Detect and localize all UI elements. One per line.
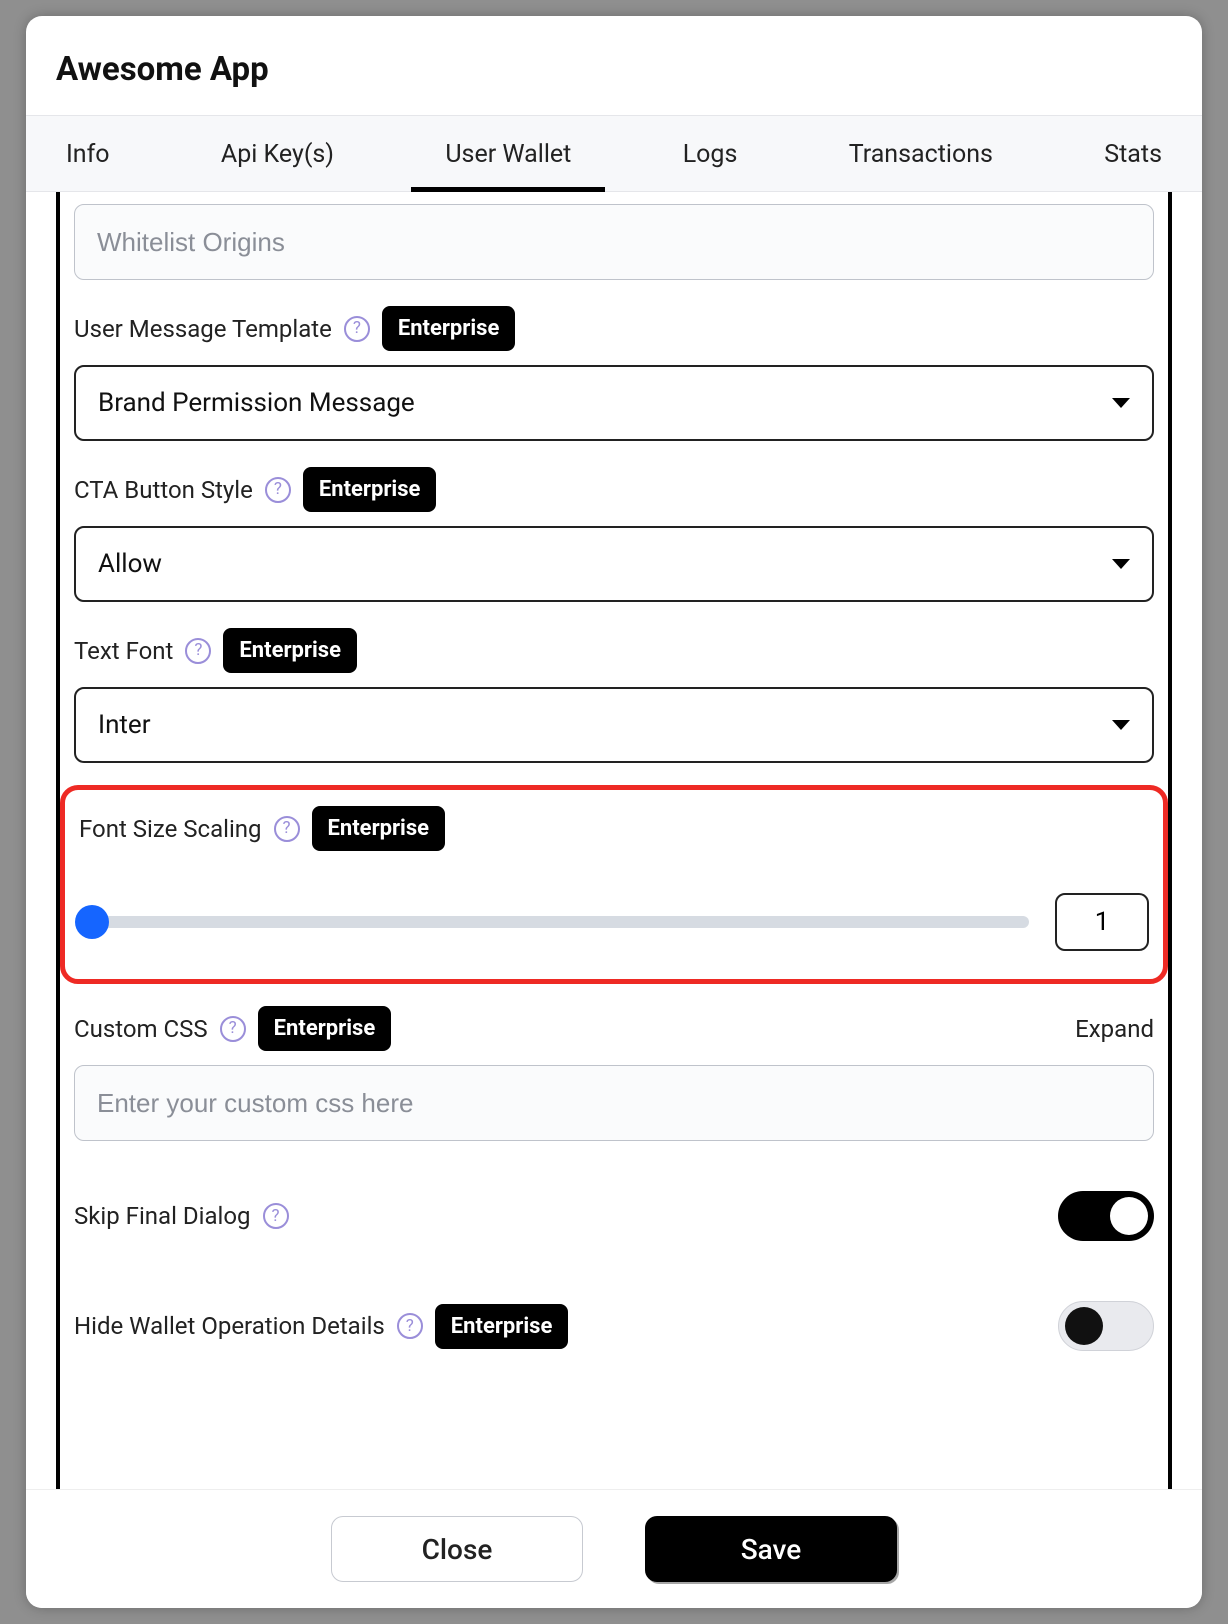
help-icon[interactable]: ?	[265, 477, 291, 503]
font-size-scaling-slider[interactable]	[79, 916, 1029, 928]
tab-stats[interactable]: Stats	[1100, 116, 1166, 191]
label-row: Skip Final Dialog ?	[74, 1202, 289, 1230]
help-icon[interactable]: ?	[220, 1016, 246, 1042]
help-icon[interactable]: ?	[397, 1313, 423, 1339]
help-icon[interactable]: ?	[185, 638, 211, 664]
font-size-scaling-slider-row: 1	[79, 893, 1149, 951]
field-label: User Message Template	[74, 315, 332, 343]
chevron-down-icon	[1112, 720, 1130, 730]
enterprise-badge: Enterprise	[312, 806, 446, 851]
settings-modal: Awesome App Info Api Key(s) User Wallet …	[26, 16, 1202, 1608]
enterprise-badge: Enterprise	[223, 628, 357, 673]
enterprise-badge: Enterprise	[258, 1006, 392, 1051]
content-scroll[interactable]: User Message Template ? Enterprise Brand…	[56, 192, 1172, 1489]
hide-wallet-op-toggle[interactable]	[1058, 1301, 1154, 1351]
field-text-font: Text Font ? Enterprise Inter	[74, 628, 1154, 763]
toggle-knob	[1110, 1197, 1148, 1235]
tab-api-keys[interactable]: Api Key(s)	[217, 116, 338, 191]
enterprise-badge: Enterprise	[303, 467, 437, 512]
field-label: Hide Wallet Operation Details	[74, 1312, 385, 1340]
field-label: CTA Button Style	[74, 476, 253, 504]
field-hide-wallet-op-details: Hide Wallet Operation Details ? Enterpri…	[74, 1301, 1154, 1351]
font-size-scaling-value[interactable]: 1	[1055, 893, 1149, 951]
label-row: User Message Template ? Enterprise	[74, 306, 1154, 351]
help-icon[interactable]: ?	[344, 316, 370, 342]
help-icon[interactable]: ?	[263, 1203, 289, 1229]
highlighted-region: Font Size Scaling ? Enterprise 1	[60, 785, 1168, 984]
field-user-message-template: User Message Template ? Enterprise Brand…	[74, 306, 1154, 441]
modal-header: Awesome App	[26, 16, 1202, 115]
field-label: Custom CSS	[74, 1015, 208, 1043]
enterprise-badge: Enterprise	[435, 1304, 569, 1349]
field-label: Skip Final Dialog	[74, 1202, 251, 1230]
chevron-down-icon	[1112, 398, 1130, 408]
select-value: Inter	[98, 710, 151, 740]
expand-link[interactable]: Expand	[1075, 1015, 1154, 1043]
label-row: Hide Wallet Operation Details ? Enterpri…	[74, 1304, 568, 1349]
field-skip-final-dialog: Skip Final Dialog ?	[74, 1191, 1154, 1241]
select-value: Allow	[98, 549, 162, 579]
tabs-bar: Info Api Key(s) User Wallet Logs Transac…	[26, 115, 1202, 192]
help-icon[interactable]: ?	[274, 816, 300, 842]
content-area: User Message Template ? Enterprise Brand…	[26, 192, 1202, 1489]
tab-user-wallet[interactable]: User Wallet	[441, 116, 575, 191]
user-message-template-select[interactable]: Brand Permission Message	[74, 365, 1154, 441]
field-cta-button-style: CTA Button Style ? Enterprise Allow	[74, 467, 1154, 602]
modal-footer: Close Save	[26, 1489, 1202, 1608]
tab-logs[interactable]: Logs	[679, 116, 742, 191]
enterprise-badge: Enterprise	[382, 306, 516, 351]
field-label: Font Size Scaling	[79, 815, 262, 843]
text-font-select[interactable]: Inter	[74, 687, 1154, 763]
label-row: Text Font ? Enterprise	[74, 628, 1154, 673]
modal-title: Awesome App	[56, 50, 1172, 89]
label-row: Font Size Scaling ? Enterprise	[79, 806, 1149, 851]
cta-button-style-select[interactable]: Allow	[74, 526, 1154, 602]
whitelist-origins-input[interactable]	[74, 204, 1154, 280]
close-button[interactable]: Close	[331, 1516, 583, 1582]
slider-thumb[interactable]	[75, 905, 109, 939]
tab-info[interactable]: Info	[62, 116, 114, 191]
save-button[interactable]: Save	[645, 1516, 897, 1582]
chevron-down-icon	[1112, 559, 1130, 569]
tab-transactions[interactable]: Transactions	[845, 116, 997, 191]
field-label: Text Font	[74, 637, 173, 665]
skip-final-dialog-toggle[interactable]	[1058, 1191, 1154, 1241]
label-row: CTA Button Style ? Enterprise	[74, 467, 1154, 512]
toggle-knob	[1065, 1307, 1103, 1345]
custom-css-input[interactable]	[74, 1065, 1154, 1141]
label-row: Custom CSS ? Enterprise Expand	[74, 1006, 1154, 1051]
field-custom-css: Custom CSS ? Enterprise Expand	[74, 1006, 1154, 1141]
select-value: Brand Permission Message	[98, 388, 415, 418]
modal-backdrop: Awesome App Info Api Key(s) User Wallet …	[0, 0, 1228, 1624]
